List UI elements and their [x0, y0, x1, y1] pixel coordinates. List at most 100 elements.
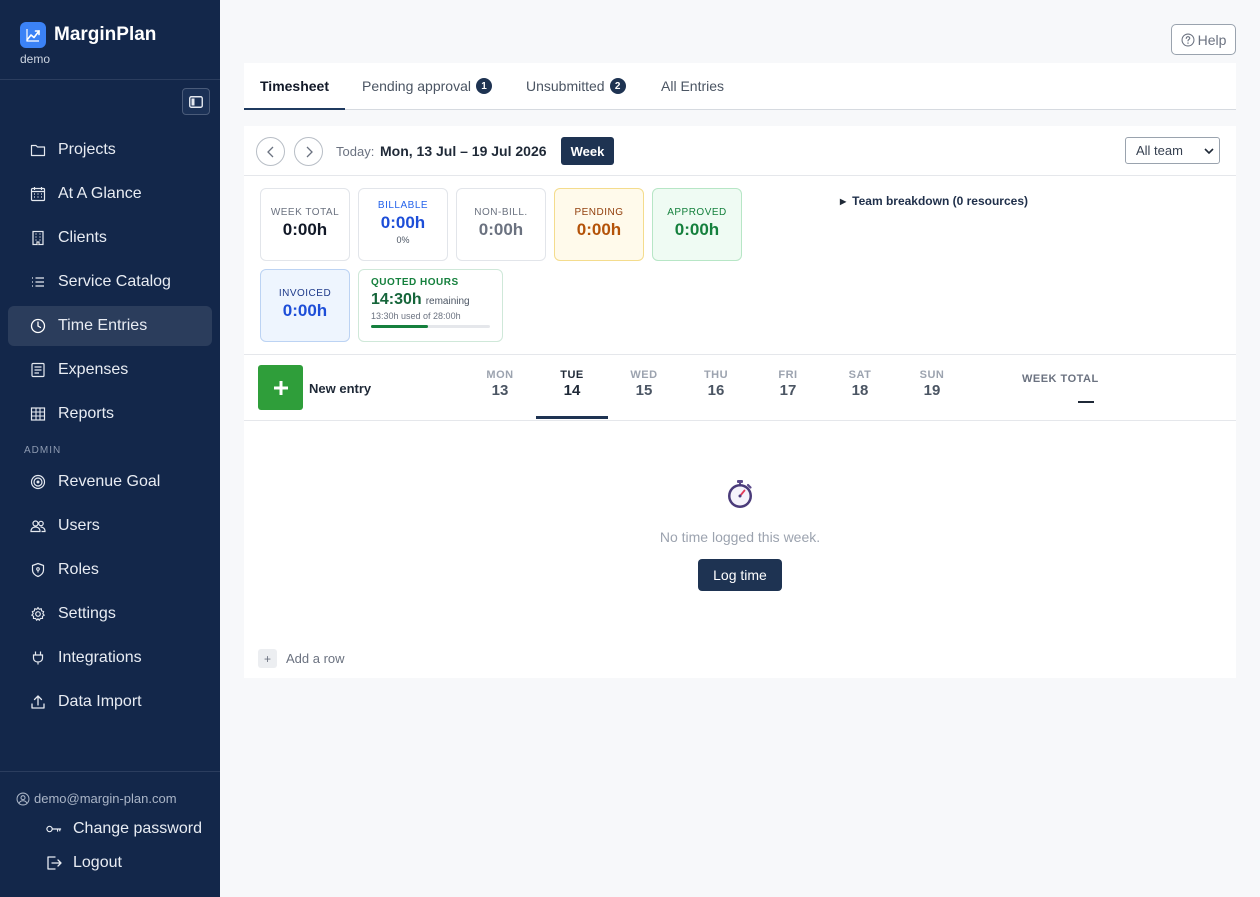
sidebar: MarginPlan demo Projects At A Glance Cli… [0, 0, 220, 897]
log-time-button[interactable]: Log time [698, 559, 782, 591]
tab-all-entries[interactable]: All Entries [661, 63, 724, 109]
sidebar-item-label: Time Entries [58, 317, 148, 334]
view-tabs: Timesheet Pending approval 1 Unsubmitted… [244, 63, 1236, 110]
change-password-label: Change password [73, 820, 202, 837]
chevron-right-icon [306, 146, 313, 157]
stat-subtext: 0% [396, 235, 410, 245]
logout-icon [47, 856, 62, 870]
week-view-button[interactable]: Week [561, 137, 614, 165]
tab-label: Pending approval [362, 78, 471, 94]
sidebar-item-settings[interactable]: Settings [8, 594, 212, 634]
sidebar-item-roles[interactable]: Roles [8, 550, 212, 590]
day-name: SAT [848, 369, 872, 381]
users-icon [30, 518, 46, 534]
change-password-link[interactable]: Change password [46, 820, 202, 838]
day-column-sat[interactable]: SAT 18 [824, 369, 896, 399]
brand[interactable]: MarginPlan [20, 22, 156, 48]
team-filter-select[interactable]: All team [1125, 137, 1220, 164]
team-breakdown-toggle[interactable]: ▶ Team breakdown (0 resources) [840, 194, 1028, 208]
day-date: 17 [779, 382, 797, 399]
tab-timesheet[interactable]: Timesheet [244, 63, 345, 110]
stat-label: BILLABLE [377, 200, 429, 211]
stat-value: 0:00h [478, 220, 524, 239]
sidebar-item-service-catalog[interactable]: Service Catalog [8, 262, 212, 302]
day-name: WED [630, 369, 658, 381]
sidebar-item-label: Users [58, 517, 100, 534]
add-row-button[interactable]: + Add a row [258, 649, 345, 668]
stat-label: NON-BILL. [474, 207, 528, 218]
upload-icon [30, 694, 46, 710]
new-entry-label[interactable]: New entry [309, 381, 371, 396]
sidebar-item-time-entries[interactable]: Time Entries [8, 306, 212, 346]
add-row-label: Add a row [286, 651, 345, 666]
stopwatch-icon [728, 480, 752, 508]
sidebar-item-label: Data Import [58, 693, 142, 710]
tab-unsubmitted[interactable]: Unsubmitted 2 [526, 63, 626, 109]
logout-label: Logout [73, 854, 122, 871]
grid-divider [244, 354, 1236, 355]
user-circle-icon [16, 792, 30, 805]
empty-state-message: No time logged this week. [659, 529, 821, 545]
day-column-thu[interactable]: THU 16 [680, 369, 752, 399]
day-column-mon[interactable]: MON 13 [464, 369, 536, 399]
day-column-sun[interactable]: SUN 19 [896, 369, 968, 399]
sidebar-collapse-button[interactable] [182, 88, 210, 115]
non-billable-stat: NON-BILL. 0:00h [456, 188, 546, 261]
team-filter-value: All team [1136, 143, 1183, 158]
sidebar-item-label: Service Catalog [58, 273, 171, 290]
next-week-button[interactable] [294, 137, 323, 166]
table-icon [30, 406, 46, 422]
day-date: 16 [707, 382, 725, 399]
stat-value: 0:00h [674, 220, 720, 239]
sidebar-item-clients[interactable]: Clients [8, 218, 212, 258]
day-column-tue[interactable]: TUE 14 [536, 369, 608, 399]
logout-link[interactable]: Logout [46, 854, 122, 872]
user-email-text: demo@margin-plan.com [34, 791, 177, 806]
admin-section-label: ADMIN [24, 445, 62, 456]
key-icon [46, 825, 62, 833]
sidebar-item-expenses[interactable]: Expenses [8, 350, 212, 390]
help-button[interactable]: Help [1171, 24, 1236, 55]
sidebar-item-reports[interactable]: Reports [8, 394, 212, 434]
brand-subtitle: demo [20, 52, 51, 66]
approved-stat: APPROVED 0:00h [652, 188, 742, 261]
sidebar-item-integrations[interactable]: Integrations [8, 638, 212, 678]
week-total-column-label: WEEK TOTAL [1022, 373, 1099, 385]
day-date: 19 [923, 382, 941, 399]
sidebar-item-at-a-glance[interactable]: At A Glance [8, 174, 212, 214]
sidebar-item-label: Clients [58, 229, 107, 246]
user-email: demo@margin-plan.com [16, 791, 177, 806]
prev-week-button[interactable] [256, 137, 285, 166]
sidebar-item-data-import[interactable]: Data Import [8, 682, 212, 722]
day-date: 14 [563, 382, 581, 399]
tab-pending-approval[interactable]: Pending approval 1 [362, 63, 492, 109]
stat-label: PENDING [574, 207, 624, 218]
day-name: THU [703, 369, 729, 381]
sidebar-toggle-icon [189, 95, 203, 108]
today-label[interactable]: Today: [336, 144, 374, 159]
quoted-hours-stat: QUOTED HOURS 14:30h remaining 13:30h use… [358, 269, 503, 342]
day-name: SUN [919, 369, 945, 381]
sidebar-item-projects[interactable]: Projects [8, 130, 212, 170]
pending-stat: PENDING 0:00h [554, 188, 644, 261]
sidebar-item-revenue-goal[interactable]: Revenue Goal [8, 462, 212, 502]
sidebar-item-users[interactable]: Users [8, 506, 212, 546]
receipt-icon [30, 362, 46, 378]
new-entry-button[interactable] [258, 365, 303, 410]
date-range: Mon, 13 Jul – 19 Jul 2026 [380, 143, 547, 159]
chevron-left-icon [266, 146, 273, 157]
stat-label: APPROVED [667, 207, 727, 218]
day-column-wed[interactable]: WED 15 [608, 369, 680, 399]
calendar-grid-icon [30, 186, 46, 202]
day-name: FRI [778, 369, 798, 381]
day-column-fri[interactable]: FRI 17 [752, 369, 824, 399]
grid-divider [244, 420, 1236, 421]
tab-label: Unsubmitted [526, 78, 605, 94]
list-icon [30, 274, 46, 290]
sidebar-divider [0, 771, 220, 772]
question-circle-icon [1181, 33, 1195, 46]
sidebar-item-label: At A Glance [58, 185, 142, 202]
quoted-progress-fill [371, 325, 429, 328]
stat-label: INVOICED [278, 288, 332, 299]
chevron-down-icon [1204, 148, 1214, 155]
